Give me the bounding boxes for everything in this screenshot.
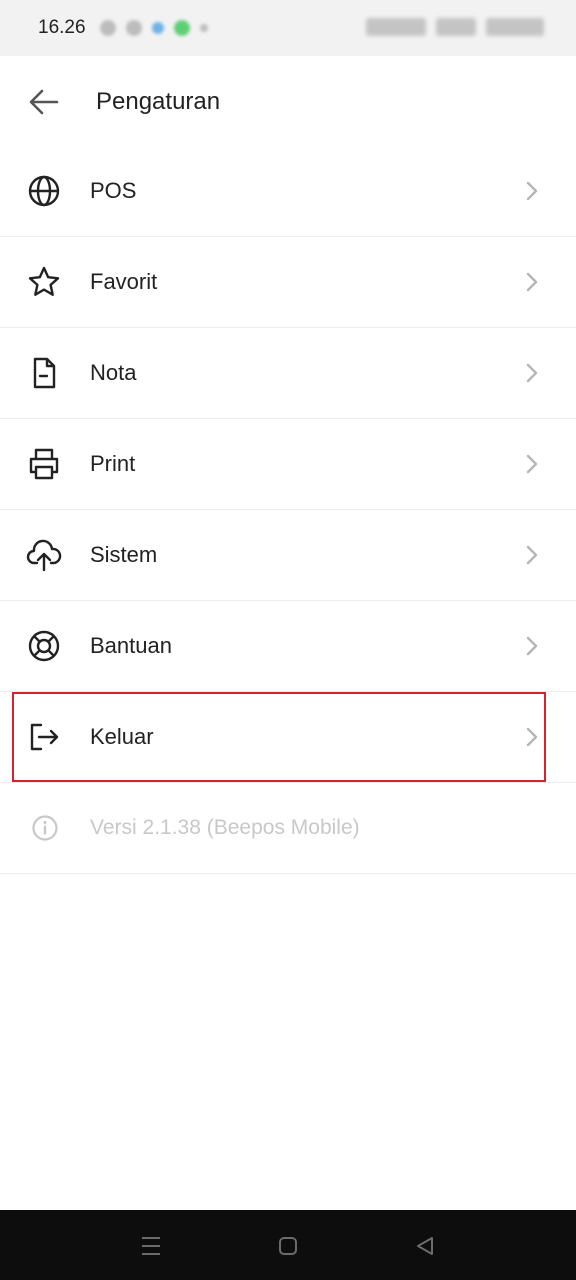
menu-item-print[interactable]: Print [0,419,576,510]
menu-item-label: POS [90,178,137,203]
back-button[interactable] [22,84,66,120]
back-triangle-icon [417,1237,433,1255]
arrow-left-icon [29,89,59,115]
system-status-icons [366,18,544,36]
star-icon [26,264,62,300]
printer-icon [26,446,62,482]
menu-item-label: Bantuan [90,633,172,658]
page-title: Pengaturan [96,88,221,115]
menu-item-pos[interactable]: POS [0,146,576,237]
file-icon [26,355,62,391]
system-status-icon [436,18,476,36]
info-icon [30,813,60,843]
menu-icon [142,1237,160,1255]
app-bar: Pengaturan [0,56,576,146]
recent-apps-button[interactable] [137,1232,165,1260]
chevron-right-icon [524,543,540,567]
chevron-right-icon [524,270,540,294]
home-button[interactable] [274,1232,302,1260]
logout-icon [26,719,62,755]
system-status-icon [366,18,426,36]
version-info-row: Versi 2.1.38 (Beepos Mobile) [0,783,576,874]
globe-icon [26,173,62,209]
menu-item-sistem[interactable]: Sistem [0,510,576,601]
notification-icons [100,20,208,36]
home-icon [279,1237,297,1255]
cloud-upload-icon [26,537,62,573]
chevron-right-icon [524,361,540,385]
menu-item-label: Keluar [90,724,154,749]
notification-icon [100,20,116,36]
menu-item-keluar[interactable]: Keluar [0,692,576,783]
notification-icon [200,24,208,32]
menu-item-label: Favorit [90,269,158,294]
menu-item-label: Nota [90,360,137,385]
menu-item-label: Print [90,451,136,476]
status-bar: 16.26 [0,0,576,56]
system-navigation-bar [0,1210,576,1280]
system-status-icon [486,18,544,36]
notification-icon [174,20,190,36]
chevron-right-icon [524,634,540,658]
chevron-right-icon [524,179,540,203]
lifebuoy-icon [26,628,62,664]
menu-item-label: Sistem [90,542,158,567]
notification-icon [152,22,164,34]
settings-screen: 16.26 Pengaturan POS Favorit Nota Print … [0,0,576,1280]
chevron-right-icon [524,725,540,749]
version-label: Versi 2.1.38 (Beepos Mobile) [90,816,360,839]
status-time: 16.26 [38,17,86,38]
chevron-right-icon [524,452,540,476]
settings-menu-list: POS Favorit Nota Print Sistem Bantuan Ke… [0,146,576,874]
back-nav-button[interactable] [411,1232,439,1260]
menu-item-favorit[interactable]: Favorit [0,237,576,328]
notification-icon [126,20,142,36]
menu-item-nota[interactable]: Nota [0,328,576,419]
menu-item-bantuan[interactable]: Bantuan [0,601,576,692]
